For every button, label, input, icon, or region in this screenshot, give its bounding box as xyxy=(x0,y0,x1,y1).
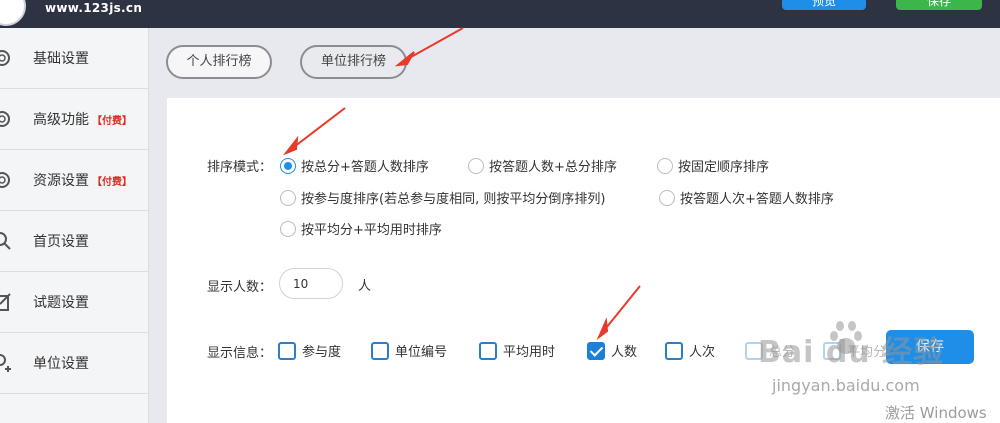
display-count-label: 显示人数： xyxy=(207,280,273,295)
gear-icon xyxy=(0,172,10,188)
radio[interactable] xyxy=(280,189,296,206)
info-checkbox-avg-time[interactable]: 平均用时 xyxy=(479,341,555,360)
gear-icon xyxy=(0,50,10,66)
sort-mode-label: 排序模式： xyxy=(207,160,273,175)
paid-badge: 【付费】 xyxy=(92,116,132,127)
checkbox-label: 单位编号 xyxy=(395,345,448,360)
checkbox-label: 人次 xyxy=(689,345,716,360)
sidebar-item-label: 高级功能 【付费】 xyxy=(33,112,132,128)
sidebar-item-label: 基础设置 xyxy=(33,51,89,67)
checkbox[interactable] xyxy=(371,341,389,360)
checkbox-label: 参与度 xyxy=(302,345,342,360)
sort-option-label: 按答题人次+答题人数排序 xyxy=(680,192,834,207)
top-bar: www.123js.cn 预览 保存 xyxy=(0,0,1000,28)
checkbox[interactable] xyxy=(665,341,683,360)
sidebar-item-units[interactable]: 单位设置 xyxy=(0,333,148,394)
sidebar-item-label: 试题设置 xyxy=(33,295,89,311)
sidebar-item-label: 首页设置 xyxy=(33,234,89,250)
count-unit: 人 xyxy=(358,279,372,294)
sidebar-item-basic[interactable]: 基础设置 xyxy=(0,28,148,89)
checkbox-checked[interactable] xyxy=(587,341,605,360)
info-checkbox-participation[interactable]: 参与度 xyxy=(278,341,341,360)
sidebar-item-homepage[interactable]: 首页设置 xyxy=(0,211,148,272)
sort-option-label: 按答题人数+总分排序 xyxy=(489,160,617,175)
sidebar-item-resources[interactable]: 资源设置 【付费】 xyxy=(0,150,148,211)
paid-badge: 【付费】 xyxy=(92,177,132,188)
sort-option[interactable]: 按答题人次+答题人数排序 xyxy=(659,188,834,207)
checkbox-label: 平均用时 xyxy=(503,345,556,360)
sort-option-label: 按固定顺序排序 xyxy=(678,160,770,175)
sort-option[interactable]: 按参与度排序(若总参与度相同, 则按平均分倒序排列) xyxy=(280,188,605,207)
sidebar: 基础设置 高级功能 【付费】 资源设置 【付费】 首页设置 试题设置 单位设置 xyxy=(0,28,149,423)
radio-selected[interactable] xyxy=(280,157,296,174)
display-count-input[interactable] xyxy=(279,268,343,299)
sort-option-label: 按总分+答题人数排序 xyxy=(301,160,429,175)
sidebar-item-advanced[interactable]: 高级功能 【付费】 xyxy=(0,89,148,150)
tab-personal-ranking[interactable]: 个人排行榜 xyxy=(166,45,272,79)
radio[interactable] xyxy=(280,220,296,237)
info-checkbox-unit-number[interactable]: 单位编号 xyxy=(371,341,447,360)
checkbox[interactable] xyxy=(278,341,296,360)
sort-option-label: 按平均分+平均用时排序 xyxy=(301,223,442,238)
top-save-button[interactable]: 保存 xyxy=(896,0,982,10)
radio[interactable] xyxy=(468,157,484,174)
gear-icon xyxy=(0,111,10,127)
sidebar-item-label: 单位设置 xyxy=(33,356,89,372)
search-icon xyxy=(0,232,11,250)
sort-option[interactable]: 按固定顺序排序 xyxy=(657,156,769,175)
sort-option[interactable]: 按答题人数+总分排序 xyxy=(468,156,617,175)
checkbox-label: 人数 xyxy=(611,345,638,360)
sidebar-item-questions[interactable]: 试题设置 xyxy=(0,272,148,333)
sort-option-label: 按参与度排序(若总参与度相同, 则按平均分倒序排列) xyxy=(301,192,606,207)
info-checkbox-people[interactable]: 人数 xyxy=(587,341,637,360)
display-info-label: 显示信息： xyxy=(207,346,273,361)
windows-activation-text: 激活 Windows xyxy=(885,404,987,422)
baidu-watermark: Bai du 经验 xyxy=(758,335,945,370)
user-add-icon xyxy=(0,354,11,372)
edit-icon xyxy=(0,293,11,311)
sort-option[interactable]: 按总分+答题人数排序 xyxy=(280,156,429,175)
site-url: www.123js.cn xyxy=(45,1,143,15)
radio[interactable] xyxy=(657,157,673,174)
jingyan-watermark: jingyan.baidu.com xyxy=(772,376,920,395)
tab-unit-ranking[interactable]: 单位排行榜 xyxy=(300,45,407,79)
site-logo xyxy=(0,0,26,26)
radio[interactable] xyxy=(659,189,675,206)
sidebar-item-label: 资源设置 【付费】 xyxy=(33,173,132,189)
sort-option[interactable]: 按平均分+平均用时排序 xyxy=(280,219,442,238)
settings-panel: 排序模式： 按总分+答题人数排序 按答题人数+总分排序 按固定顺序排序 按参与度… xyxy=(167,98,1000,423)
preview-button[interactable]: 预览 xyxy=(782,0,866,10)
info-checkbox-attempts[interactable]: 人次 xyxy=(665,341,715,360)
checkbox[interactable] xyxy=(479,341,497,360)
